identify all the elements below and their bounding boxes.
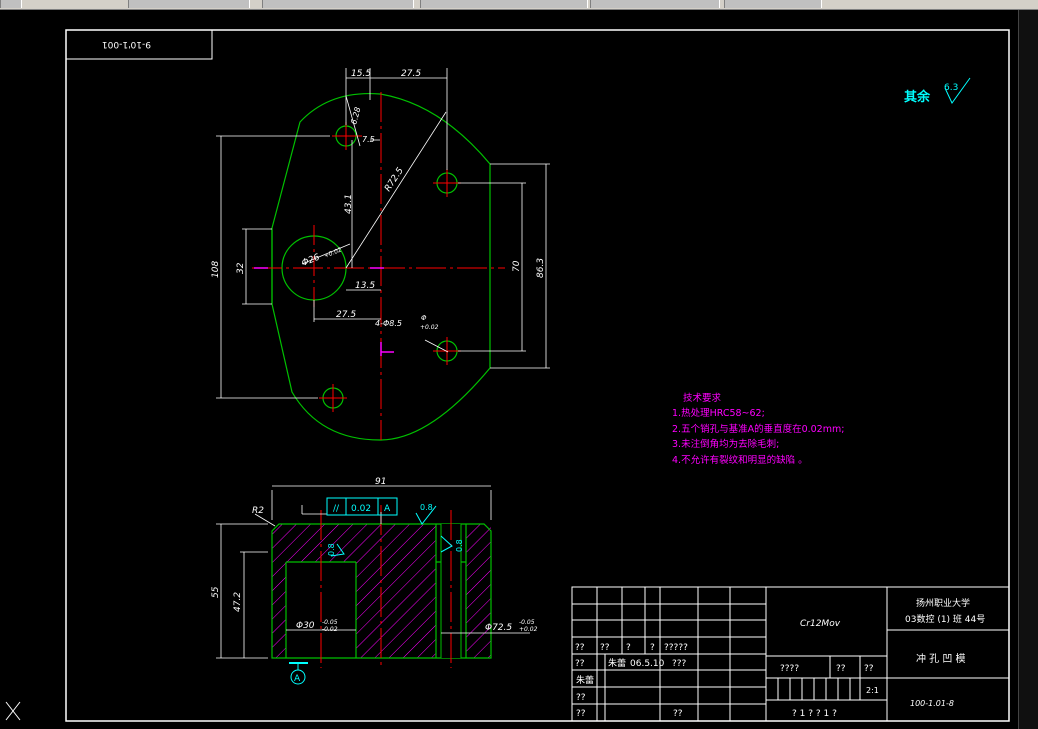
tolerance-frame: // 0.02 A	[326, 497, 398, 516]
toolbar-tab-1[interactable]	[0, 0, 22, 8]
window-toolbar	[0, 0, 1038, 10]
dim-70: 70	[512, 260, 522, 272]
sheet-text: ? 1 ? ? 1 ?	[792, 709, 837, 719]
datum-a-symbol: A	[289, 662, 308, 685]
tb-r2-c: ???	[672, 659, 687, 669]
class-text: 03数控 (1) 班 44号	[905, 613, 985, 625]
ucs-icon	[5, 701, 21, 721]
ra-label-left: 0.8	[327, 543, 336, 556]
part-name-text: 冲 孔 凹 模	[916, 652, 966, 665]
plan-view: 15.5 27.5 7.5 43.1 R72.5 6.28 108 32 Φ26…	[211, 68, 550, 441]
ra-label-right: 0.8	[455, 539, 464, 552]
code-box: 9-10'1-001	[66, 30, 213, 60]
tb-r2-a: ??	[575, 659, 585, 669]
tb-r4-a: ??	[576, 693, 586, 703]
tol-symbol: //	[333, 504, 340, 514]
q1-text: ??	[836, 664, 846, 674]
dim-86-3: 86.3	[536, 258, 546, 278]
dim-15-5: 15.5	[351, 69, 371, 79]
ratio-text: 2:1	[866, 686, 879, 695]
surface-note-text: 其余	[904, 89, 931, 105]
code-text: 9-10'1-001	[102, 39, 151, 49]
drawing-no-text: 100-1.01-8	[910, 699, 954, 708]
toolbar-tab-4[interactable]	[420, 0, 588, 8]
dim-108: 108	[211, 261, 221, 278]
tb-r2-b: 朱蕾	[608, 657, 626, 669]
dim-phi26-tol: +0.02	[323, 246, 343, 259]
toolbar-tab-3[interactable]	[262, 0, 414, 8]
q2-text: ??	[864, 664, 874, 674]
toolbar-tab-6[interactable]	[724, 0, 822, 8]
dim-91: 91	[375, 477, 386, 487]
dim-6-28: 6.28	[349, 106, 362, 126]
dim-27-5: 27.5	[336, 310, 356, 320]
dim-32: 32	[236, 262, 246, 274]
plan-centerlines	[252, 92, 505, 440]
tb-r1-c: ?	[626, 643, 631, 653]
dim-47-2: 47.2	[233, 592, 243, 612]
dim-55: 55	[211, 586, 221, 598]
tech-line-3: 3.未注倒角均为去除毛刺;	[672, 438, 779, 450]
tb-r1-b: ??	[600, 643, 610, 653]
tech-line-1: 1.热处理HRC58~62;	[672, 407, 765, 419]
plan-dim-labels: 15.5 27.5 7.5 43.1 R72.5 6.28 108 32 Φ26…	[211, 69, 546, 331]
title-block: Cr12Mov 扬州职业大学 03数控 (1) 班 44号 冲 孔 凹 模 10…	[571, 586, 1010, 722]
surface-note-value: 6.3	[944, 83, 958, 93]
tb-r3-a: 朱蕾	[576, 674, 594, 686]
datum-a-label: A	[294, 674, 301, 684]
dim-phi30-tol-u: -0.05	[322, 619, 338, 626]
tol-ref: A	[384, 504, 391, 514]
dim-phi-small: Φ	[421, 314, 427, 322]
plan-dimensions	[216, 68, 550, 399]
tb-r1-a: ??	[575, 643, 585, 653]
tb-r1-d: ?	[650, 643, 655, 653]
dim-r2: R2	[252, 506, 264, 516]
dim-phi30: Φ30	[296, 621, 315, 631]
ra-label-top: 0.8	[420, 503, 433, 512]
tech-title: 技术要求	[683, 392, 722, 404]
school-text: 扬州职业大学	[916, 597, 970, 609]
toolbar-tab-2[interactable]	[128, 0, 250, 8]
surface-note: 其余 6.3	[904, 77, 971, 105]
dim-7-5: 7.5	[362, 135, 375, 144]
dim-phi72-tol-l: +0.02	[519, 626, 538, 633]
material-text: Cr12Mov	[800, 619, 841, 629]
vertical-scrollbar[interactable]	[1018, 10, 1038, 729]
dim-27-5-top: 27.5	[401, 69, 421, 79]
tech-line-2: 2.五个销孔与基准A的垂直度在0.02mm;	[672, 423, 844, 435]
drawing-frame	[65, 29, 1010, 722]
dim-4-phi8-5: 4-Φ8.5	[375, 319, 402, 328]
tech-requirements: 技术要求 1.热处理HRC58~62; 2.五个销孔与基准A的垂直度在0.02m…	[672, 392, 844, 466]
dim-43-1: 43.1	[344, 194, 354, 214]
tb-r5-a: ??	[576, 709, 586, 719]
tb-r5-b: ??	[673, 709, 683, 719]
dim-13-5: 13.5	[355, 281, 375, 291]
tol-value: 0.02	[351, 504, 371, 514]
cad-drawing-canvas[interactable]: 9-10'1-001 其余 6.3 15.5 27.5 7.5 43.1 R72…	[0, 10, 1018, 729]
dim-phi72-5: Φ72.5	[485, 623, 512, 633]
dim-phi26: Φ26	[300, 252, 321, 268]
section-view: // 0.02 A 0.8 0.8 0.8 91 R2 55 47.2 Φ30 …	[211, 477, 538, 685]
dim-phi30-tol-l: -0.02	[322, 626, 338, 633]
toolbar-tab-5[interactable]	[590, 0, 720, 8]
scale-label: ????	[780, 664, 799, 674]
dim-phi-small-tol: +0.02	[420, 324, 439, 331]
dim-phi72-tol-u: -0.05	[519, 619, 535, 626]
tb-r1-e: ?????	[664, 643, 688, 653]
tb-r2-date: 06.5.10	[630, 659, 665, 669]
tech-line-4: 4.不允许有裂纹和明显的缺陷 。	[672, 454, 808, 466]
